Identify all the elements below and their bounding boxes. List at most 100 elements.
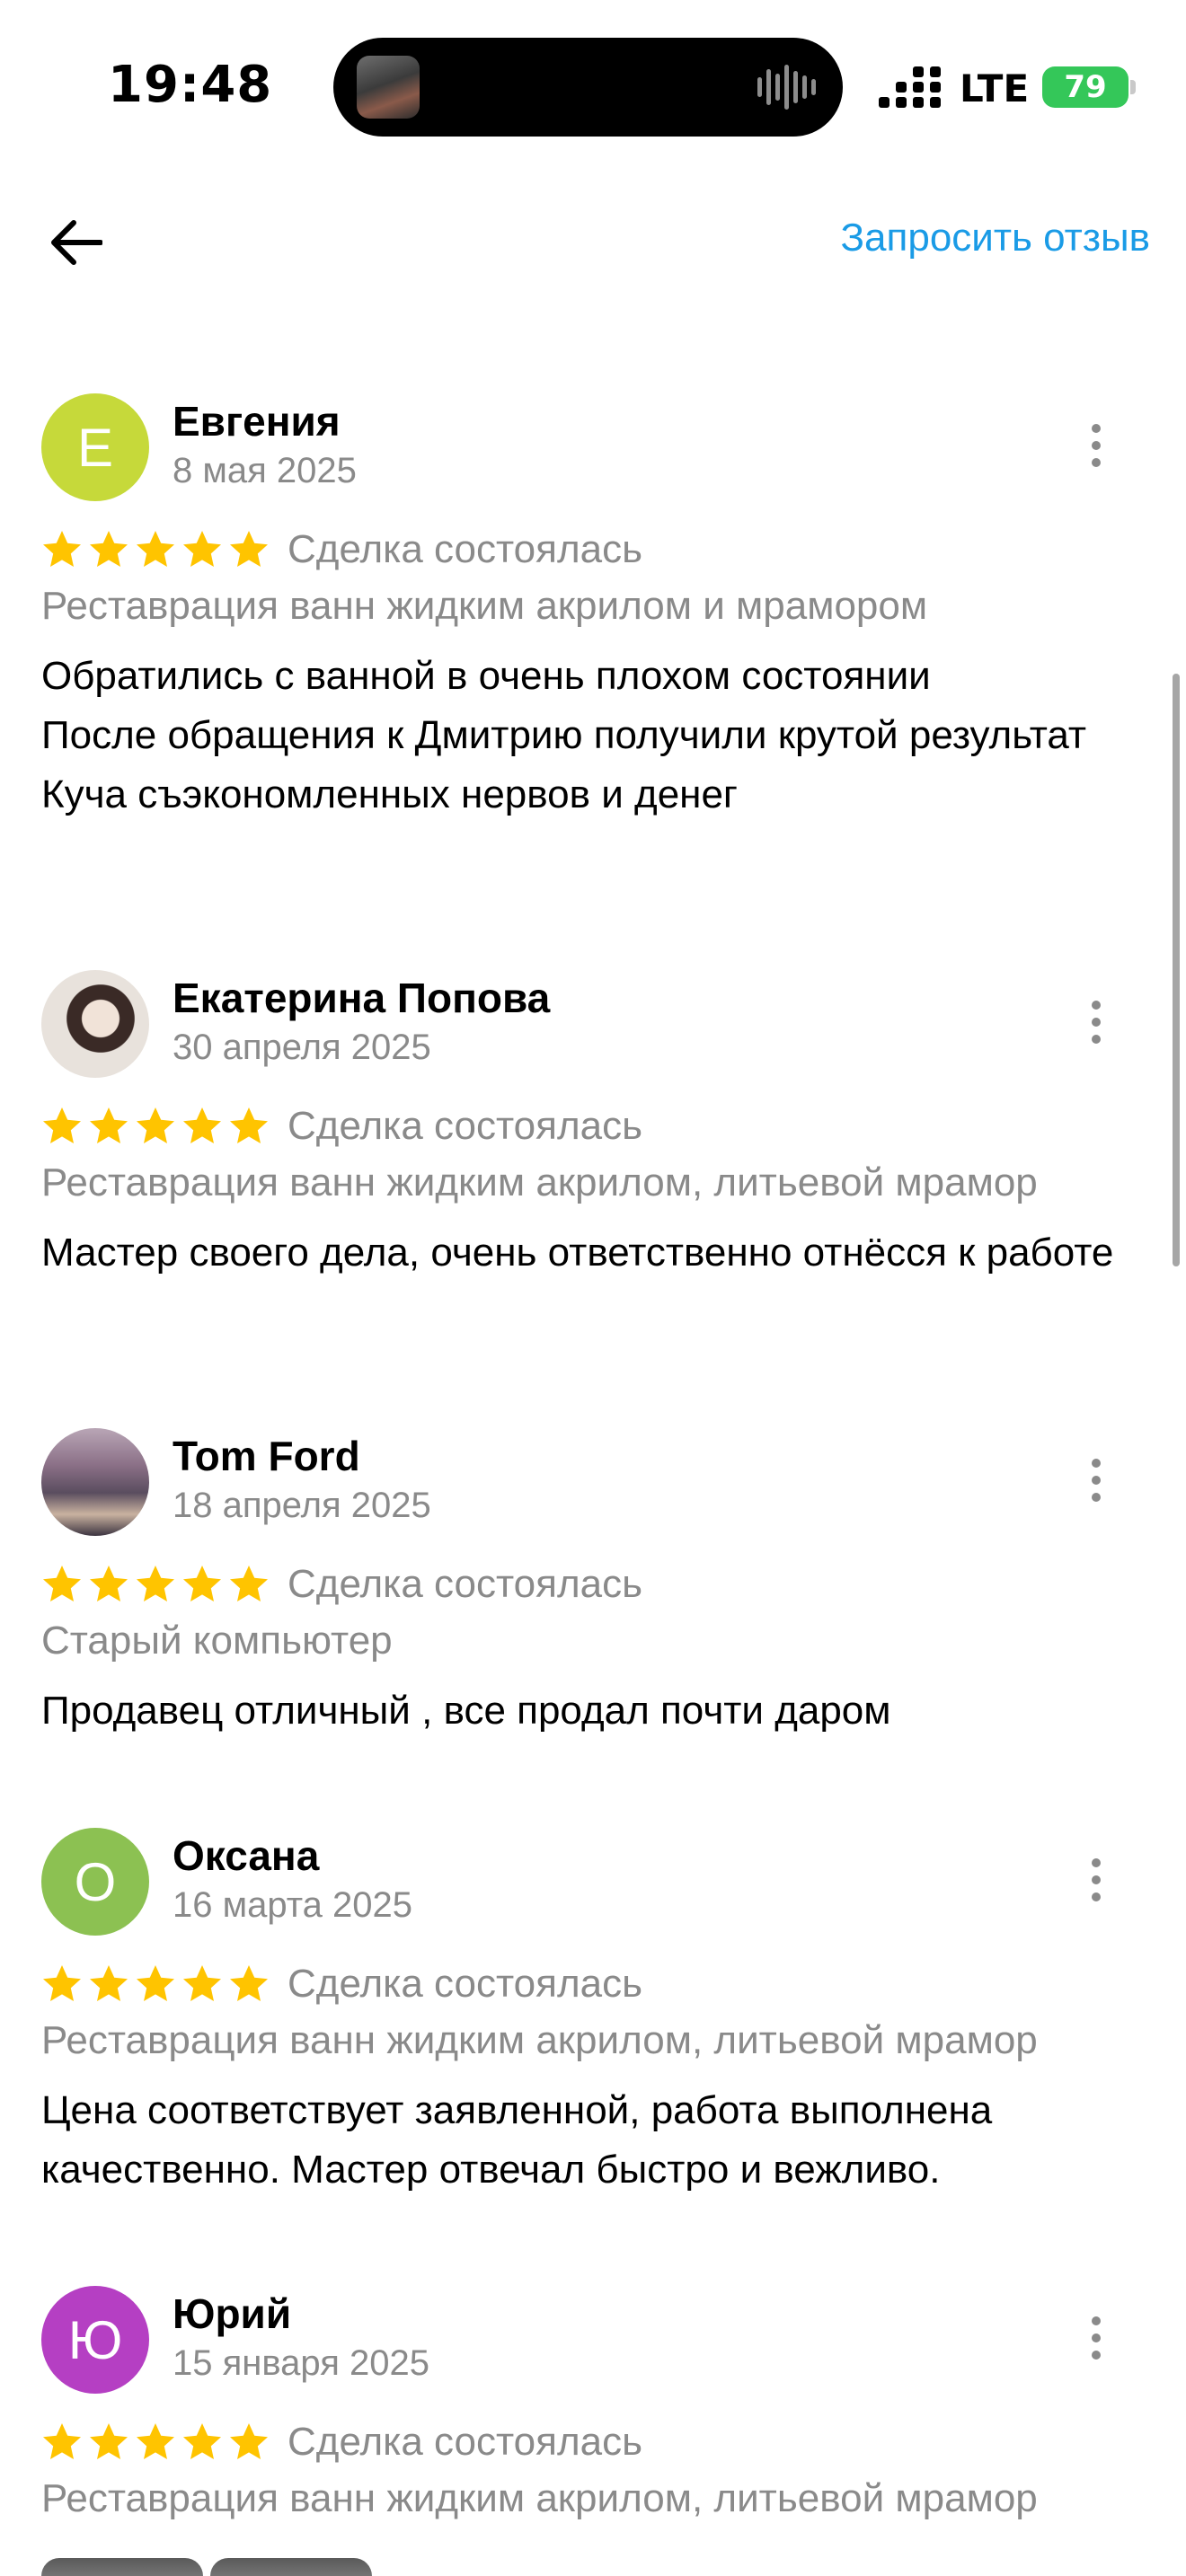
more-vertical-icon	[1092, 2316, 1101, 2360]
star-icon	[43, 1566, 81, 1601]
avatar[interactable]	[41, 970, 149, 1078]
star-icon	[183, 2423, 221, 2459]
star-icon	[230, 1566, 268, 1601]
status-time: 19:48	[108, 56, 273, 114]
cellular-signal-icon	[879, 66, 941, 108]
review-text: Цена соответствует заявленной, работа вы…	[41, 2081, 1120, 2200]
review-text-line: Обратились с ванной в очень плохом состо…	[41, 654, 931, 698]
star-rating	[41, 2422, 270, 2463]
rating-row: Сделка состоялась	[41, 1557, 642, 1611]
status-bar: 19:48 LTE 79	[0, 0, 1186, 162]
avatar[interactable]: О	[41, 1828, 149, 1936]
more-options-button[interactable]	[1069, 990, 1123, 1054]
avatar[interactable]: Ю	[41, 2286, 149, 2394]
reviewer-name[interactable]: Оксана	[173, 1831, 319, 1880]
review-text-line: Цена соответствует заявленной, работа вы…	[41, 2088, 993, 2192]
deal-status: Сделка состоялась	[288, 1562, 643, 1606]
review-text-line: Мастер своего дела, очень ответственно о…	[41, 1231, 1114, 1275]
deal-status: Сделка состоялась	[288, 1962, 643, 2006]
arrow-left-icon	[51, 220, 102, 265]
deal-status: Сделка состоялась	[288, 2420, 643, 2464]
review-text-line: Продавец отличный , все продал почти дар…	[41, 1689, 891, 1733]
rating-row: Сделка состоялась	[41, 1099, 642, 1153]
more-options-button[interactable]	[1069, 1448, 1123, 1513]
review-text-line: Куча съэкономленных нервов и денег	[41, 772, 738, 816]
reviewer-name[interactable]: Екатерина Попова	[173, 974, 550, 1022]
star-icon	[43, 2423, 81, 2459]
avatar-initial: Е	[76, 417, 114, 478]
avatar-initial: О	[74, 1851, 117, 1912]
star-rating	[41, 1963, 270, 2005]
top-bar: Запросить отзыв	[0, 180, 1186, 305]
review-text: Мастер своего дела, очень ответственно о…	[41, 1223, 1120, 1283]
review-photos[interactable]	[41, 2558, 372, 2576]
more-options-button[interactable]	[1069, 2306, 1123, 2370]
star-icon	[137, 1566, 174, 1601]
review-date: 16 марта 2025	[173, 1885, 412, 1925]
review-date: 18 апреля 2025	[173, 1486, 431, 1525]
review-date: 8 мая 2025	[173, 451, 357, 490]
service-name[interactable]: Реставрация ванн жидким акрилом и мрамор…	[41, 584, 927, 629]
star-icon	[137, 2423, 174, 2459]
star-icon	[43, 1965, 81, 2001]
star-icon	[230, 1965, 268, 2001]
star-icon	[137, 531, 174, 567]
deal-status: Сделка состоялась	[288, 1104, 643, 1148]
audio-waveform-icon	[757, 65, 816, 110]
deal-status: Сделка состоялась	[288, 527, 643, 571]
service-name[interactable]: Реставрация ванн жидким акрилом, литьево…	[41, 2476, 1038, 2521]
star-icon	[90, 2423, 128, 2459]
star-icon	[230, 2423, 268, 2459]
review-text: Продавец отличный , все продал почти дар…	[41, 1681, 1120, 1741]
more-vertical-icon	[1092, 1459, 1101, 1502]
star-icon	[90, 1965, 128, 2001]
star-icon	[43, 1107, 81, 1143]
rating-row: Сделка состоялась	[41, 1957, 642, 2011]
avatar[interactable]: Е	[41, 393, 149, 501]
star-icon	[183, 531, 221, 567]
more-options-button[interactable]	[1069, 413, 1123, 478]
star-icon	[183, 1107, 221, 1143]
reviewer-name[interactable]: Юрий	[173, 2289, 291, 2338]
service-name[interactable]: Реставрация ванн жидким акрилом, литьево…	[41, 1160, 1038, 1205]
reviewer-name[interactable]: Tom Ford	[173, 1432, 360, 1480]
scrollbar[interactable]	[1173, 674, 1180, 1266]
dynamic-island[interactable]	[333, 38, 843, 137]
star-icon	[230, 1107, 268, 1143]
avatar[interactable]	[41, 1428, 149, 1536]
star-icon	[90, 1566, 128, 1601]
review-date: 15 января 2025	[173, 2343, 429, 2383]
review-text-line: После обращения к Дмитрию получили круто…	[41, 713, 1087, 757]
service-name[interactable]: Реставрация ванн жидким акрилом, литьево…	[41, 2018, 1038, 2063]
star-icon	[137, 1965, 174, 2001]
review-photo[interactable]	[210, 2558, 372, 2576]
star-rating	[41, 529, 270, 570]
star-icon	[90, 531, 128, 567]
service-name[interactable]: Старый компьютер	[41, 1619, 393, 1663]
review-photo[interactable]	[41, 2558, 203, 2576]
battery-icon: 79	[1042, 66, 1128, 108]
network-type: LTE	[960, 66, 1030, 110]
request-review-link[interactable]: Запросить отзыв	[840, 216, 1150, 260]
star-icon	[183, 1965, 221, 2001]
review-date: 30 апреля 2025	[173, 1028, 431, 1067]
more-options-button[interactable]	[1069, 1848, 1123, 1912]
reviewer-name[interactable]: Евгения	[173, 397, 341, 446]
back-button[interactable]	[40, 207, 111, 278]
star-rating	[41, 1106, 270, 1147]
more-vertical-icon	[1092, 1001, 1101, 1044]
star-icon	[137, 1107, 174, 1143]
star-rating	[41, 1564, 270, 1605]
star-icon	[43, 531, 81, 567]
avatar-initial: Ю	[67, 2309, 123, 2370]
star-icon	[230, 531, 268, 567]
star-icon	[90, 1107, 128, 1143]
review-text: Обратились с ванной в очень плохом состо…	[41, 647, 1120, 825]
rating-row: Сделка состоялась	[41, 2415, 642, 2469]
star-icon	[183, 1566, 221, 1601]
rating-row: Сделка состоялась	[41, 523, 642, 577]
more-vertical-icon	[1092, 424, 1101, 467]
battery-tip	[1130, 80, 1136, 94]
now-playing-thumbnail	[357, 56, 420, 119]
more-vertical-icon	[1092, 1858, 1101, 1901]
